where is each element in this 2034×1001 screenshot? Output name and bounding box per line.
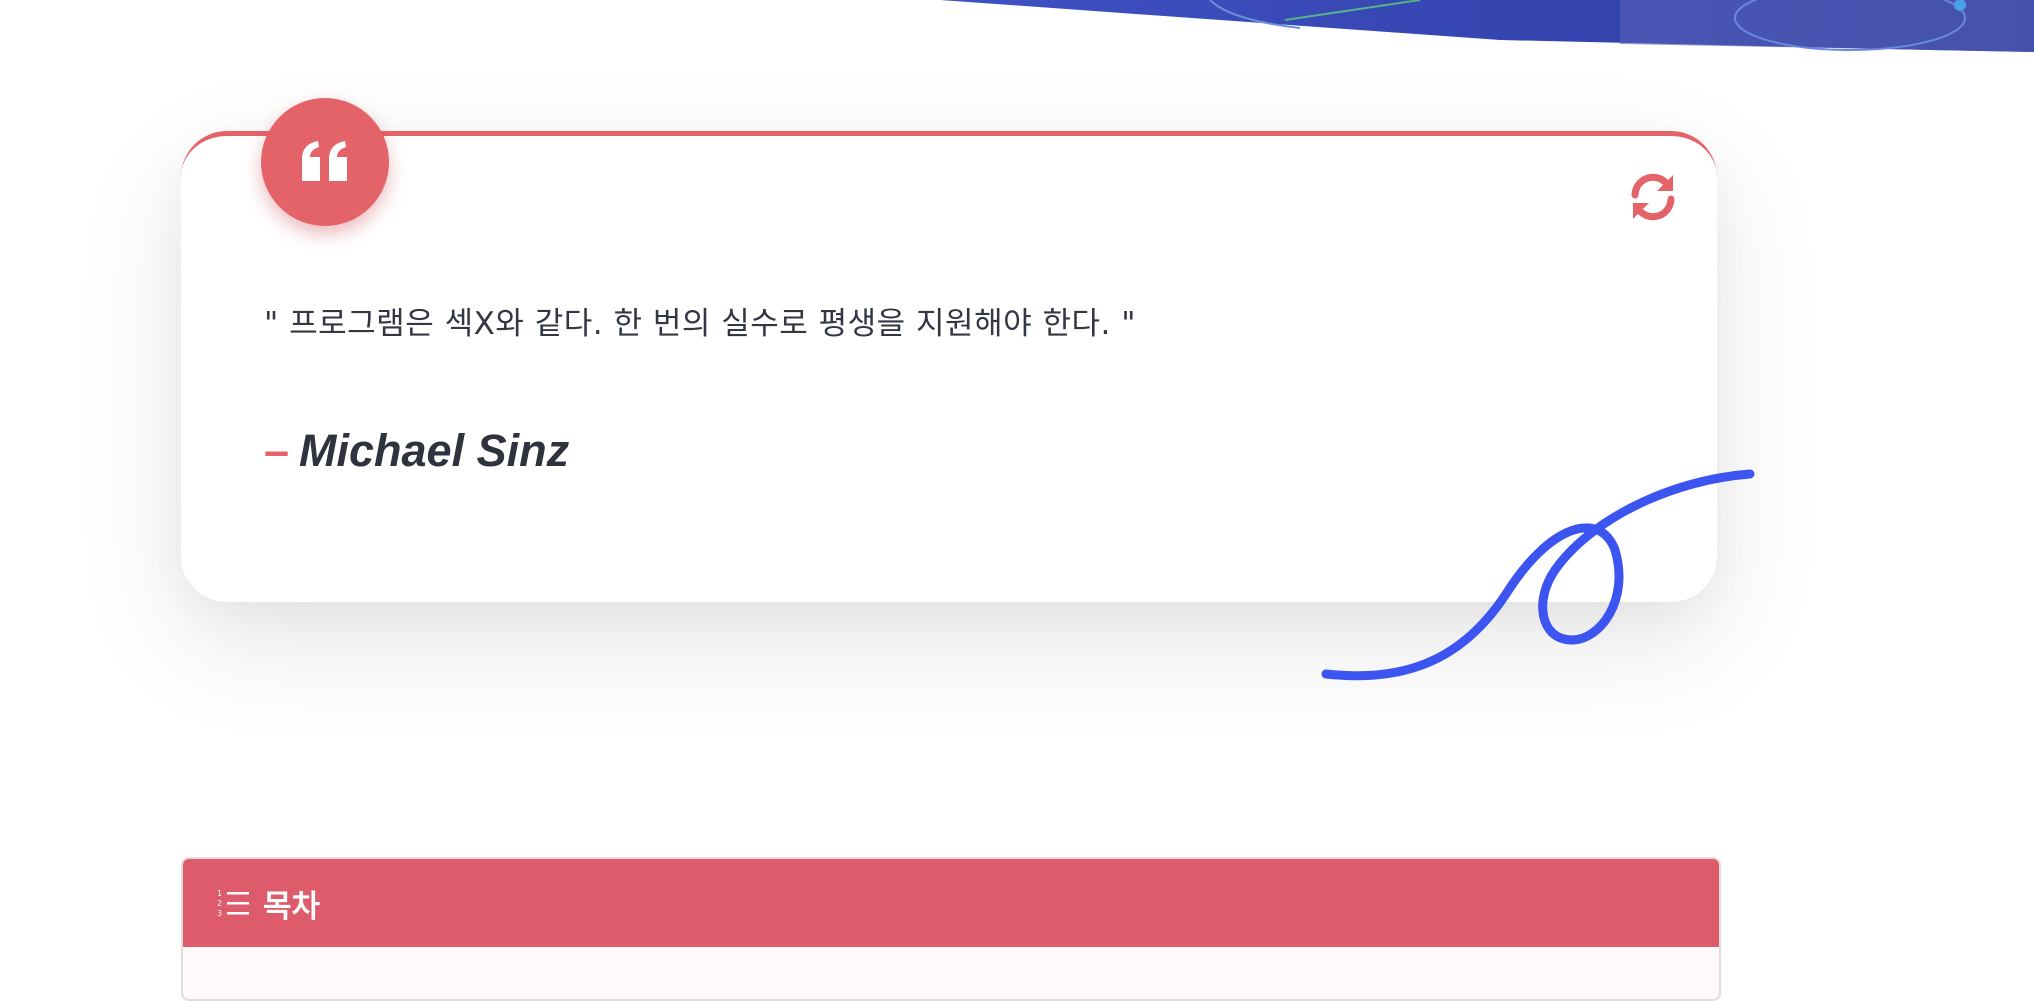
quote-author: – Michael Sinz	[264, 425, 569, 477]
svg-text:1: 1	[217, 889, 222, 898]
toc-title: 목차	[263, 888, 321, 925]
author-dash: –	[264, 425, 290, 476]
table-of-contents: 1 2 3 목차	[181, 857, 1721, 1001]
quote-left-icon	[302, 141, 347, 181]
svg-text:2: 2	[217, 899, 222, 908]
author-name: Michael Sinz	[299, 425, 570, 476]
header-banner-image	[940, 0, 2034, 52]
squiggle-decoration	[1321, 469, 1755, 681]
quote-badge	[261, 98, 389, 226]
toc-header[interactable]: 1 2 3 목차	[183, 859, 1719, 947]
list-ol-icon: 1 2 3	[217, 889, 249, 918]
refresh-quote-button[interactable]	[1624, 168, 1682, 226]
quote-text: " 프로그램은 섹X와 같다. 한 번의 실수로 평생을 지원해야 한다. "	[264, 306, 1136, 342]
svg-text:3: 3	[217, 909, 222, 918]
refresh-icon	[1631, 173, 1675, 221]
